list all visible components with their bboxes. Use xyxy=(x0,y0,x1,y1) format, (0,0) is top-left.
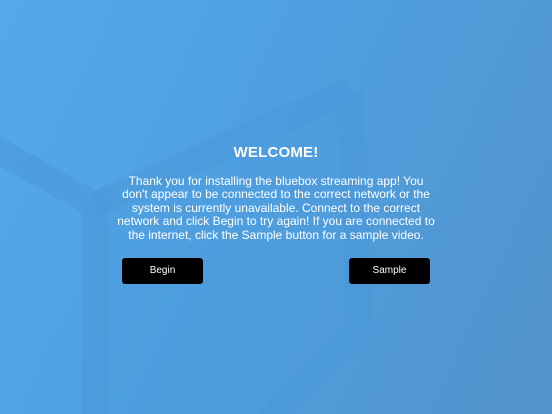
begin-button[interactable]: Begin xyxy=(122,258,203,284)
sample-button[interactable]: Sample xyxy=(349,258,430,284)
welcome-title: WELCOME! xyxy=(233,144,319,161)
welcome-message: Thank you for installing the bluebox str… xyxy=(117,174,435,242)
